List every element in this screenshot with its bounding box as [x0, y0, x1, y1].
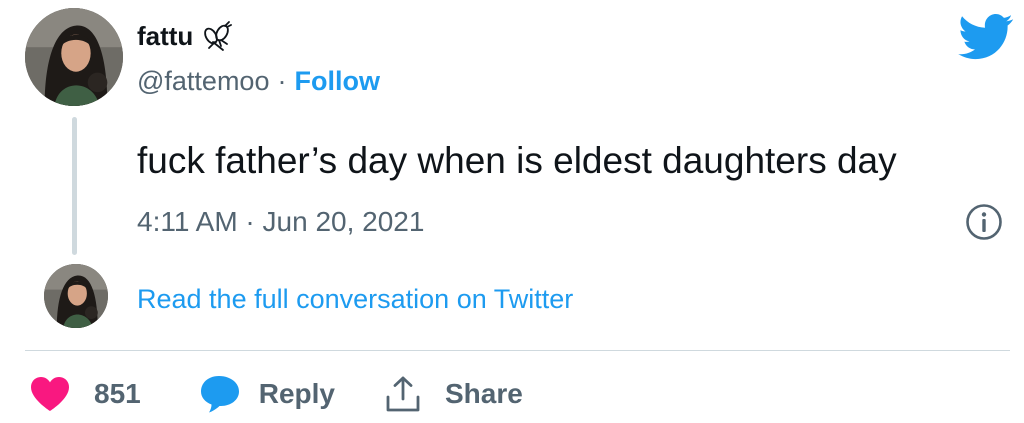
read-full-conversation-link[interactable]: Read the full conversation on Twitter [137, 282, 573, 316]
reply-button[interactable]: Reply [199, 374, 335, 414]
display-name[interactable]: fattu [137, 20, 233, 52]
follow-button[interactable]: Follow [294, 66, 379, 96]
conversation-avatar[interactable] [44, 264, 108, 328]
action-bar: 851 Reply Share [30, 370, 523, 418]
author-handle[interactable]: @fattemoo [137, 66, 269, 96]
tweet-timestamp[interactable]: 4:11 AM · Jun 20, 2021 [137, 204, 424, 240]
avatar-photo [25, 8, 123, 106]
share-button[interactable]: Share [385, 375, 523, 413]
handle-separator: · [277, 66, 287, 96]
speech-bubble-icon [199, 374, 241, 414]
info-icon[interactable] [965, 203, 1003, 241]
thread-line [72, 117, 77, 255]
heart-icon [30, 376, 70, 412]
twitter-bird-icon[interactable] [958, 14, 1014, 60]
tweet-text: fuck father’s day when is eldest daughte… [137, 140, 897, 181]
divider [25, 350, 1010, 351]
like-button[interactable]: 851 [30, 376, 141, 412]
author-avatar[interactable] [25, 8, 123, 106]
reply-label: Reply [258, 378, 335, 409]
display-name-text: fattu [137, 21, 194, 51]
handle-row: @fattemoo · Follow [137, 64, 380, 98]
share-label: Share [444, 378, 523, 409]
like-count: 851 [94, 378, 141, 409]
avatar-photo-small [44, 264, 108, 328]
share-icon [385, 375, 421, 413]
insect-icon [201, 20, 233, 52]
